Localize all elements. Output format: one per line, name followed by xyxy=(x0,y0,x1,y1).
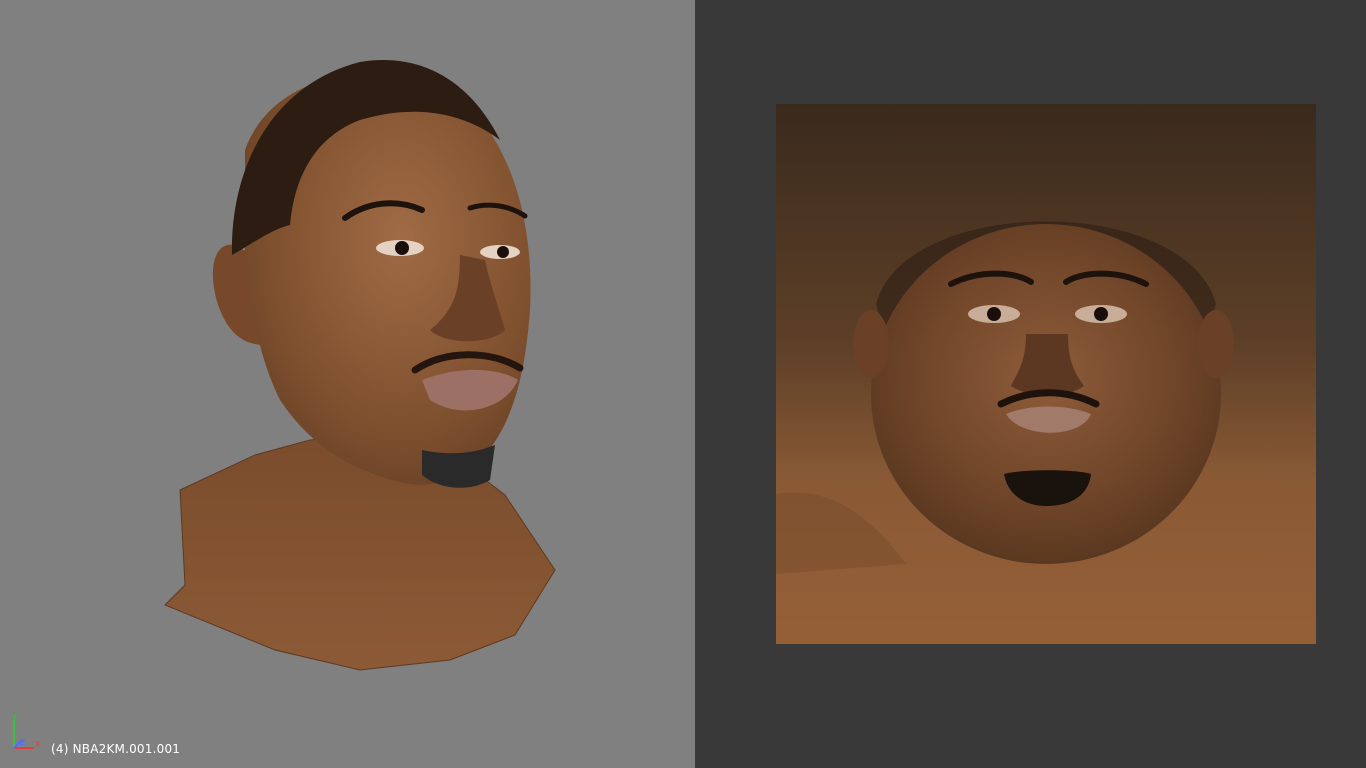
texture-left-ear xyxy=(853,310,889,378)
texture-left-pupil xyxy=(987,307,1001,321)
head-mesh-3d[interactable] xyxy=(160,50,560,680)
axis-x-label: X xyxy=(35,740,41,749)
axis-z-label: Z xyxy=(20,738,26,747)
texture-right-ear xyxy=(1198,310,1234,378)
axis-gizmo-icon: Y Z X xyxy=(11,714,41,749)
right-pupil xyxy=(497,246,509,258)
texture-right-pupil xyxy=(1094,307,1108,321)
face-texture-map[interactable] xyxy=(776,104,1316,644)
3d-viewport[interactable]: Y Z X (4) NBA2KM.001.001 xyxy=(0,0,695,768)
left-pupil xyxy=(395,241,409,255)
uv-image-editor[interactable] xyxy=(695,0,1366,768)
axis-y-label: Y xyxy=(11,714,17,722)
object-name-label: (4) NBA2KM.001.001 xyxy=(51,742,181,756)
